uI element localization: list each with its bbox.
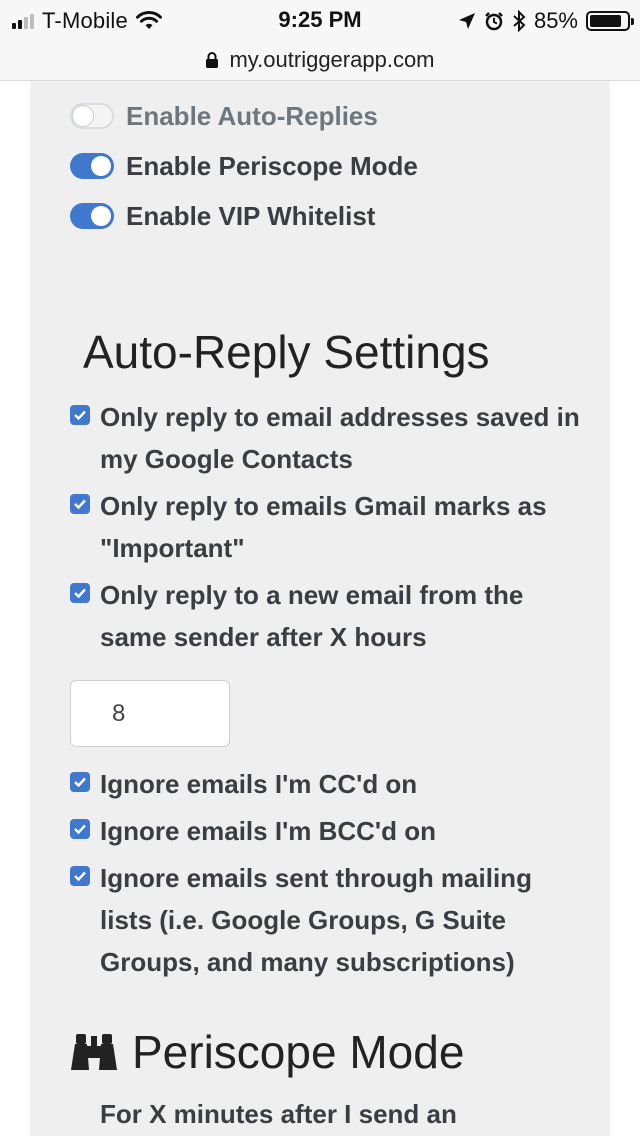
option-label: Only reply to email addresses saved in m…: [100, 402, 580, 474]
auto-replies-switch[interactable]: [70, 103, 114, 129]
battery-percent: 85%: [533, 8, 578, 33]
option-label: Ignore emails sent through mailing lists…: [100, 863, 532, 977]
option-contacts-only[interactable]: Only reply to email addresses saved in m…: [70, 398, 590, 480]
status-bar: T-Mobile 9:25 PM 85%: [0, 0, 640, 40]
checkbox-checked[interactable]: [70, 819, 90, 839]
vip-whitelist-switch[interactable]: [70, 203, 114, 229]
status-right: 85%: [458, 6, 634, 36]
toggle-vip-whitelist[interactable]: Enable VIP Whitelist: [70, 201, 375, 231]
lock-icon: [205, 51, 219, 69]
checkbox-checked[interactable]: [70, 494, 90, 514]
periscope-mode-heading: Periscope Mode: [70, 1025, 464, 1079]
hours-input[interactable]: [70, 680, 230, 747]
option-important-only[interactable]: Only reply to emails Gmail marks as "Imp…: [70, 487, 590, 569]
option-reply-after-hours[interactable]: Only reply to a new email from the same …: [70, 576, 590, 658]
option-label: Ignore emails I'm BCC'd on: [100, 816, 436, 846]
option-ignore-cc[interactable]: Ignore emails I'm CC'd on: [70, 765, 590, 805]
option-ignore-mailing-lists[interactable]: Ignore emails sent through mailing lists…: [70, 859, 590, 983]
toggle-label: Enable Periscope Mode: [126, 150, 418, 181]
binoculars-icon: [70, 1032, 118, 1072]
alarm-icon: [484, 11, 504, 31]
option-label: Ignore emails I'm CC'd on: [100, 769, 418, 799]
toggle-periscope-mode[interactable]: Enable Periscope Mode: [70, 151, 418, 181]
checkbox-checked[interactable]: [70, 772, 90, 792]
toggle-auto-replies[interactable]: Enable Auto-Replies: [70, 101, 378, 131]
url-bar[interactable]: my.outriggerapp.com: [0, 40, 640, 81]
toggle-label: Enable Auto-Replies: [126, 100, 378, 131]
periscope-description: For X minutes after I send an: [100, 1099, 457, 1129]
bluetooth-icon: [512, 10, 526, 32]
location-icon: [458, 12, 476, 30]
checkbox-checked[interactable]: [70, 866, 90, 886]
auto-reply-settings-title: Auto-Reply Settings: [83, 326, 490, 378]
settings-card: Enable Auto-Replies Enable Periscope Mod…: [30, 81, 610, 1136]
periscope-mode-switch[interactable]: [70, 153, 114, 179]
option-label: Only reply to a new email from the same …: [100, 580, 524, 652]
option-ignore-bcc[interactable]: Ignore emails I'm BCC'd on: [70, 812, 590, 852]
checkbox-checked[interactable]: [70, 405, 90, 425]
option-label: Only reply to emails Gmail marks as "Imp…: [100, 491, 547, 563]
periscope-mode-title: Periscope Mode: [132, 1026, 465, 1078]
checkbox-checked[interactable]: [70, 583, 90, 603]
url-text: my.outriggerapp.com: [229, 47, 435, 72]
battery-icon: [586, 11, 634, 31]
battery-fill: [590, 15, 621, 27]
toggle-label: Enable VIP Whitelist: [126, 200, 376, 231]
